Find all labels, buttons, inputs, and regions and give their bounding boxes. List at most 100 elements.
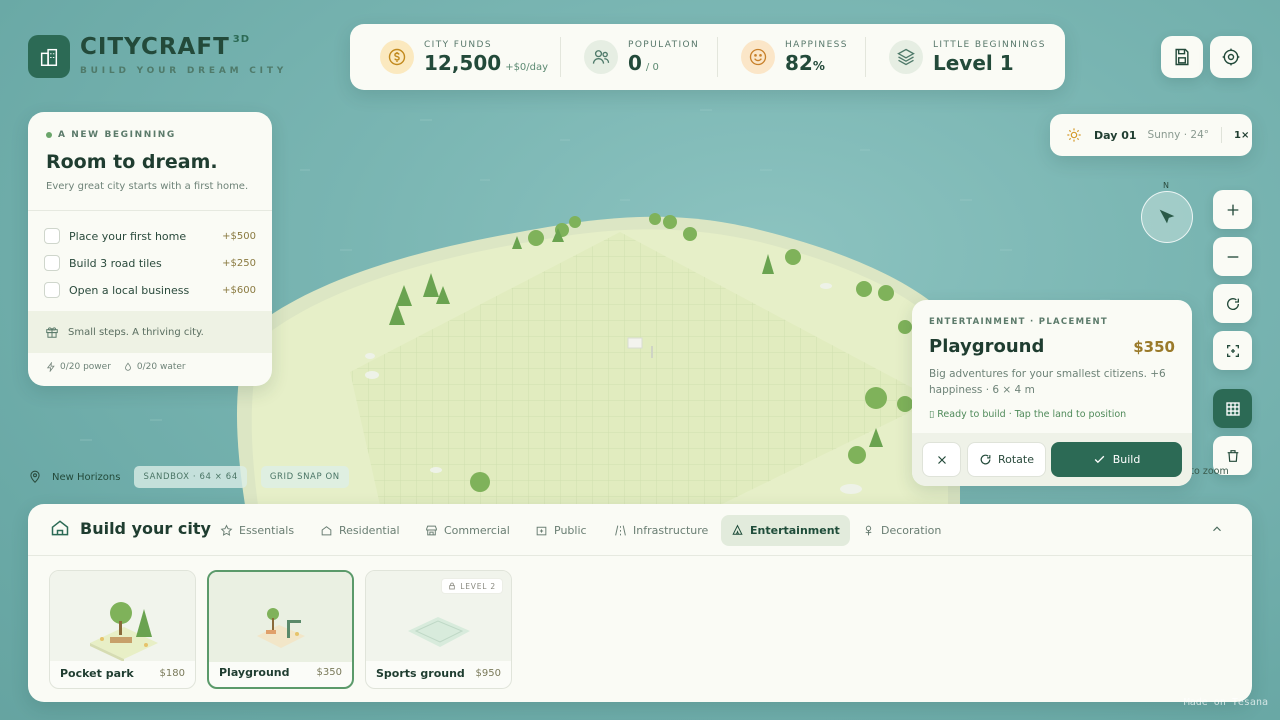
tab-residential[interactable]: Residential: [310, 515, 410, 546]
layers-icon: [889, 40, 923, 74]
weather-condition: Sunny · 24°: [1147, 129, 1209, 141]
tab-infrastructure[interactable]: Infrastructure: [604, 515, 718, 546]
settings-button[interactable]: [1210, 36, 1252, 78]
build-button[interactable]: Build: [1051, 442, 1182, 477]
quest-footer: Small steps. A thriving city.: [28, 311, 272, 353]
item-name: Playground: [219, 666, 290, 679]
build-panel: Build your city Essentials Residential C…: [28, 504, 1252, 702]
speed-toggle[interactable]: 1×: [1234, 130, 1249, 141]
bolt-icon: [46, 362, 55, 372]
task-checkbox[interactable]: [44, 255, 60, 271]
build-item-sports-ground[interactable]: LEVEL 2 Sports ground $950: [365, 570, 512, 689]
tab-public[interactable]: Public: [525, 515, 597, 546]
tab-decoration[interactable]: Decoration: [852, 515, 951, 546]
snap-pill[interactable]: GRID SNAP ON: [260, 466, 349, 488]
population-cap: / 0: [645, 61, 659, 73]
app-tagline: BUILD YOUR DREAM CITY: [80, 66, 288, 76]
water-value: 0/20 water: [136, 362, 186, 372]
app-title: CITYCRAFT 3D: [80, 34, 251, 60]
task-reward: +$500: [222, 230, 256, 242]
grid-toggle-button[interactable]: [1213, 389, 1252, 428]
chevron-up-icon: [1213, 526, 1221, 532]
rotate-button[interactable]: Rotate: [967, 442, 1046, 477]
watermark: Made on Tesana: [1183, 697, 1268, 708]
build-item-playground[interactable]: Playground $350: [207, 570, 354, 689]
quest-desc: Every great city starts with a first hom…: [46, 181, 249, 192]
task-reward: +$250: [222, 257, 256, 269]
tab-entertainment[interactable]: Entertainment: [721, 515, 850, 546]
resources: 0/20 power 0/20 water: [46, 362, 186, 372]
task-checkbox[interactable]: [44, 282, 60, 298]
house-icon: [321, 526, 332, 536]
stat-happiness: HAPPINESS 82%: [718, 24, 865, 90]
quest-task[interactable]: Place your first home +$500: [44, 226, 256, 246]
placement-price: $350: [1133, 338, 1175, 356]
funds-value: 12,500: [424, 50, 502, 75]
gift-icon: [46, 327, 58, 338]
level-label: LITTLE BEGINNINGS: [933, 39, 1046, 50]
trash-icon: [1227, 449, 1238, 462]
happiness-label: HAPPINESS: [785, 39, 848, 50]
cancel-button[interactable]: [922, 442, 961, 477]
happiness-unit: %: [812, 58, 825, 73]
logo-icon: [28, 35, 70, 78]
focus-button[interactable]: [1213, 331, 1252, 370]
placement-status: ▯ Ready to build · Tap the land to posit…: [929, 409, 1127, 420]
task-label: Build 3 road tiles: [69, 256, 162, 270]
focus-icon: [1226, 344, 1239, 357]
minus-icon: [1227, 255, 1238, 258]
collapse-button[interactable]: [1210, 522, 1224, 536]
compass[interactable]: [1141, 191, 1193, 243]
check-icon: [1094, 455, 1104, 464]
people-icon: [584, 40, 618, 74]
zoom-in-button[interactable]: [1213, 190, 1252, 229]
app-badge: 3D: [232, 34, 251, 45]
item-price: $950: [475, 668, 501, 679]
item-name: Sports ground: [376, 667, 465, 680]
placement-name: Playground: [929, 336, 1045, 357]
task-reward: +$600: [222, 284, 256, 296]
rotate-view-button[interactable]: [1213, 284, 1252, 323]
coin-icon: [380, 40, 414, 74]
water-drop-icon: [124, 362, 131, 371]
compass-arrow-icon: [1159, 209, 1175, 224]
pin-icon: [30, 470, 40, 483]
sports-ground-thumbnail: LEVEL 2: [366, 571, 511, 661]
playground-thumbnail: [209, 572, 352, 662]
placement-category: ENTERTAINMENT · PLACEMENT: [929, 317, 1108, 327]
save-button[interactable]: [1161, 36, 1203, 78]
quest-title: Room to dream.: [46, 151, 218, 173]
building-icon: [536, 526, 547, 536]
quest-task[interactable]: Open a local business +$600: [44, 280, 256, 300]
quest-panel: A NEW BEGINNING Room to dream. Every gre…: [28, 112, 272, 386]
stat-population: POPULATION 0/ 0: [561, 24, 717, 90]
flower-icon: [865, 525, 872, 536]
happiness-value: 82: [785, 50, 813, 75]
build-item-pocket-park[interactable]: Pocket park $180: [49, 570, 196, 689]
gear-icon: [1222, 48, 1240, 66]
item-name: Pocket park: [60, 667, 134, 680]
zoom-out-button[interactable]: [1213, 237, 1252, 276]
star-icon: [220, 524, 233, 536]
tab-essentials[interactable]: Essentials: [210, 515, 304, 546]
lock-icon: [449, 582, 455, 590]
lock-badge: LEVEL 2: [441, 578, 503, 594]
weather-bar: Day 01 Sunny · 24° 1×: [1050, 114, 1252, 156]
quest-task[interactable]: Build 3 road tiles +$250: [44, 253, 256, 273]
stats-bar: CITY FUNDS 12,500 +$0/day POPULATION 0/ 0…: [350, 24, 1065, 90]
item-price: $350: [316, 667, 342, 678]
stat-level: LITTLE BEGINNINGS Level 1: [866, 24, 1046, 90]
home-icon: [51, 520, 69, 536]
placement-desc: Big adventures for your smallest citizen…: [929, 368, 1166, 396]
rotate-icon: [980, 454, 991, 465]
pocket-park-thumbnail: [50, 571, 195, 661]
task-checkbox[interactable]: [44, 228, 60, 244]
compass-north: N: [1163, 181, 1169, 190]
smiley-icon: [741, 40, 775, 74]
close-icon: [937, 455, 946, 464]
funds-rate: +$0/day: [505, 61, 549, 73]
population-label: POPULATION: [628, 39, 700, 50]
tab-commercial[interactable]: Commercial: [415, 515, 520, 546]
task-label: Place your first home: [69, 229, 187, 243]
population-value: 0: [628, 50, 642, 75]
